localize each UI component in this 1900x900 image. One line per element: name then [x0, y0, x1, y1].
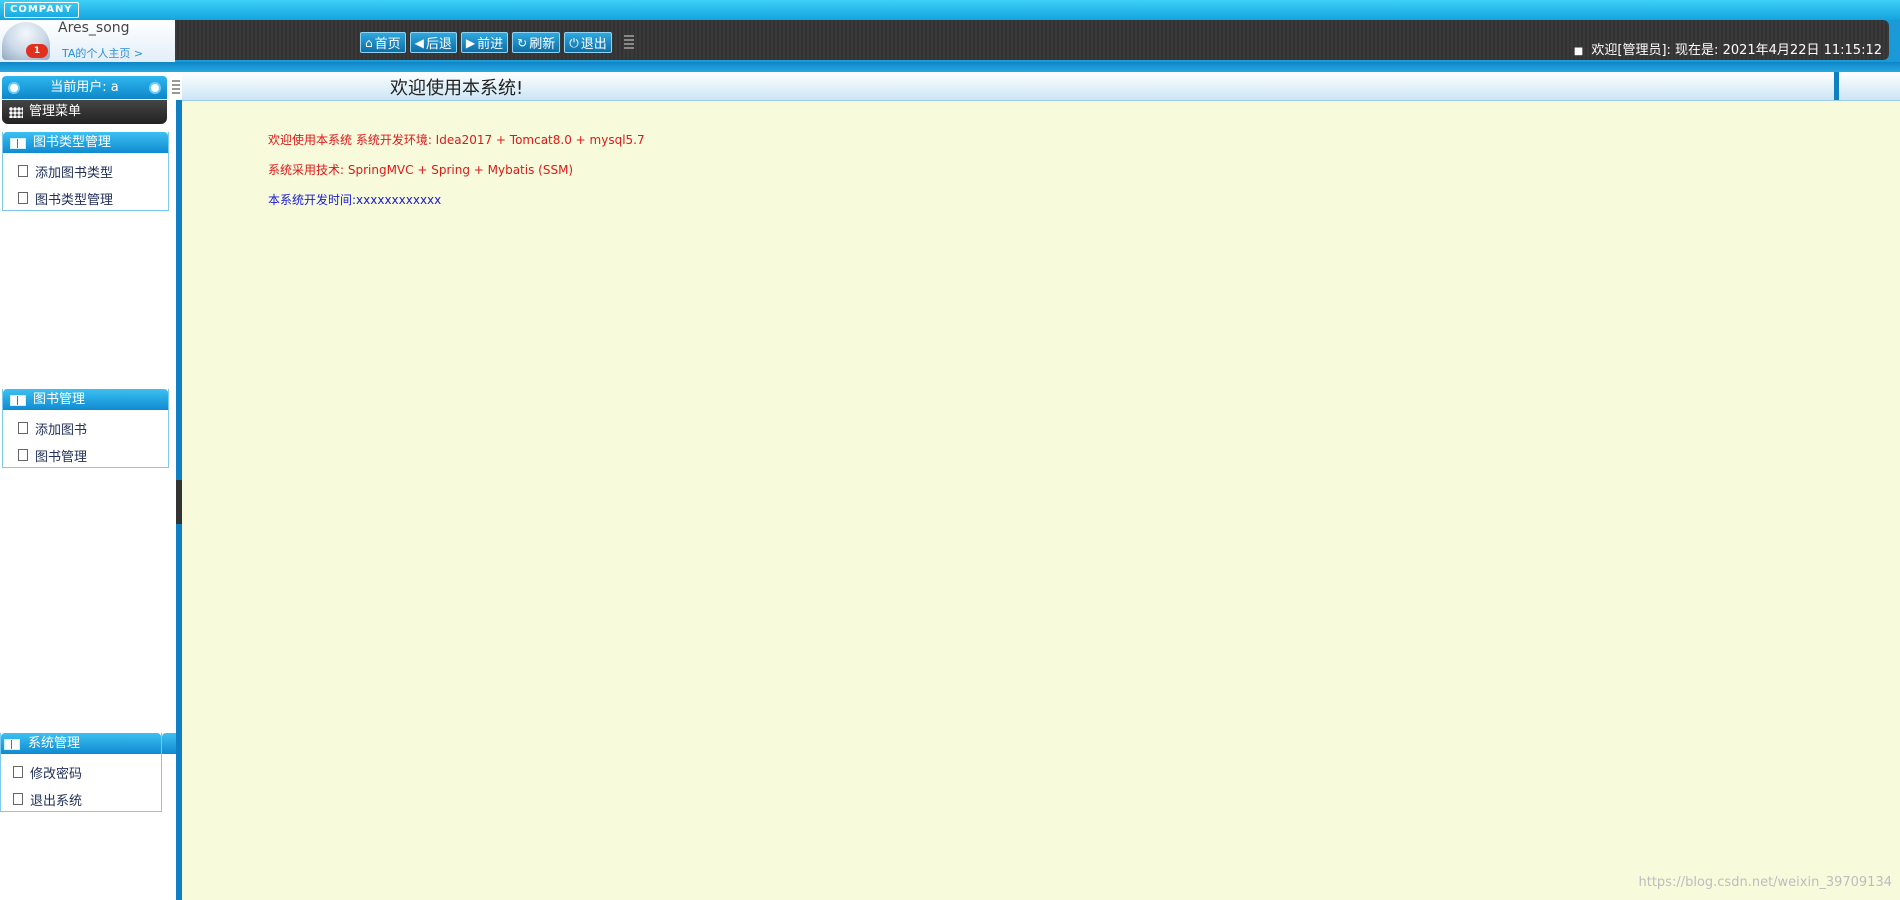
forward-button-label: 前进 [477, 37, 504, 52]
top-strip: COMPANY [0, 0, 1900, 20]
current-user-bar: 当前用户: a [2, 76, 167, 99]
book-icon [10, 395, 26, 406]
sidebar-item-label: 修改密码 [30, 767, 83, 782]
menu-group-header-system[interactable]: 系统管理 [1, 733, 161, 754]
welcome-text: 欢迎[管理员]: [1591, 43, 1671, 58]
welcome-status: ■ 欢迎[管理员]: 现在是: 2021年4月22日 11:15:12 [1574, 39, 1882, 58]
avatar[interactable]: 1 [2, 22, 50, 60]
user-homepage-link[interactable]: TA的个人主页 > [62, 45, 143, 61]
sidebar-item-book-type-management[interactable]: 图书类型管理 [3, 183, 168, 210]
book-icon [10, 138, 26, 149]
back-button-label: 后退 [425, 37, 452, 52]
title-right-band [1834, 72, 1839, 100]
header-bottom-border [0, 62, 1900, 72]
forward-button[interactable]: ▶ 前进 [460, 32, 509, 53]
document-icon [18, 422, 28, 434]
bullet-icon: ■ [1573, 46, 1584, 57]
current-user-label: 当前用户: a [50, 80, 119, 95]
sidebar-item-label: 添加图书 [35, 423, 88, 438]
time-label: 现在是: [1675, 43, 1719, 58]
document-icon [18, 165, 28, 177]
back-arrow-icon: ◀ [414, 35, 424, 50]
current-datetime: 2021年4月22日 11:15:12 [1722, 43, 1882, 58]
document-icon [18, 192, 28, 204]
pin-icon [8, 82, 20, 94]
toolbar-grip-icon [623, 35, 634, 49]
refresh-button[interactable]: ↻ 刷新 [512, 32, 561, 53]
menu-group-title: 图书管理 [33, 392, 86, 407]
menu-group-header-books[interactable]: 图书管理 [3, 389, 168, 410]
sidebar-item-add-book-type[interactable]: 添加图书类型 [3, 156, 168, 183]
title-grip-icon [172, 80, 180, 94]
power-icon: ⏻ [569, 35, 579, 50]
logout-button-label: 退出 [580, 37, 607, 52]
back-button[interactable]: ◀ 后退 [409, 32, 457, 53]
sidebar-item-label: 添加图书类型 [35, 166, 114, 181]
menu-group-books: 图书管理 添加图书 图书管理 [2, 389, 169, 468]
menu-title-bar: 管理菜单 [2, 100, 167, 124]
home-icon: ⌂ [365, 35, 373, 50]
company-logo: COMPANY [4, 2, 79, 18]
nav-toolbar: ⌂ 首页 ◀ 后退 ▶ 前进 ↻ 刷新 ⏻ 退出 [360, 32, 634, 53]
document-icon [18, 449, 28, 461]
home-button[interactable]: ⌂ 首页 [360, 32, 406, 53]
sidebar-item-label: 图书管理 [35, 450, 88, 465]
logout-button[interactable]: ⏻ 退出 [564, 32, 612, 53]
menu-group-header-book-types[interactable]: 图书类型管理 [3, 132, 168, 153]
user-name: Ares_song [58, 20, 130, 36]
tech-stack-text: 系统采用技术: SpringMVC + Spring + Mybatis (SS… [268, 163, 574, 177]
main-content [182, 101, 1900, 900]
sidebar-item-logout[interactable]: 退出系统 [1, 784, 161, 811]
sidebar: 当前用户: a 管理菜单 图书类型管理 添加图书类型 图书类型管理 图书管理 添… [0, 72, 176, 900]
refresh-button-label: 刷新 [529, 37, 556, 52]
grid-icon [9, 107, 23, 118]
menu-group-book-types: 图书类型管理 添加图书类型 图书类型管理 [2, 132, 169, 211]
notification-badge: 1 [26, 44, 48, 58]
menu-group-title: 系统管理 [28, 736, 81, 751]
sidebar-item-label: 图书类型管理 [35, 193, 114, 208]
dev-environment-text: 欢迎使用本系统 系统开发环境: Idea2017 + Tomcat8.0 + m… [268, 133, 645, 147]
menu-group-system: 系统管理 修改密码 退出系统 [0, 733, 162, 812]
home-button-label: 首页 [374, 37, 401, 52]
sidebar-item-change-password[interactable]: 修改密码 [1, 757, 161, 784]
refresh-icon: ↻ [517, 35, 528, 50]
page-title: 欢迎使用本系统! [390, 78, 524, 99]
menu-title: 管理菜单 [29, 104, 82, 119]
watermark: https://blog.csdn.net/weixin_39709134 [1638, 875, 1892, 890]
sidebar-item-book-management[interactable]: 图书管理 [3, 440, 168, 467]
document-icon [13, 793, 23, 805]
dev-time-text: 本系统开发时间:xxxxxxxxxxxx [268, 193, 442, 207]
forward-arrow-icon: ▶ [465, 35, 476, 50]
menu-group-title: 图书类型管理 [33, 135, 112, 150]
user-panel: 1 Ares_song TA的个人主页 > [0, 20, 175, 62]
sidebar-item-label: 退出系统 [30, 794, 83, 809]
book-icon [4, 739, 20, 750]
pin-icon [149, 82, 161, 94]
menu-group-tab [162, 733, 176, 754]
document-icon [13, 766, 23, 778]
sidebar-item-add-book[interactable]: 添加图书 [3, 413, 168, 440]
